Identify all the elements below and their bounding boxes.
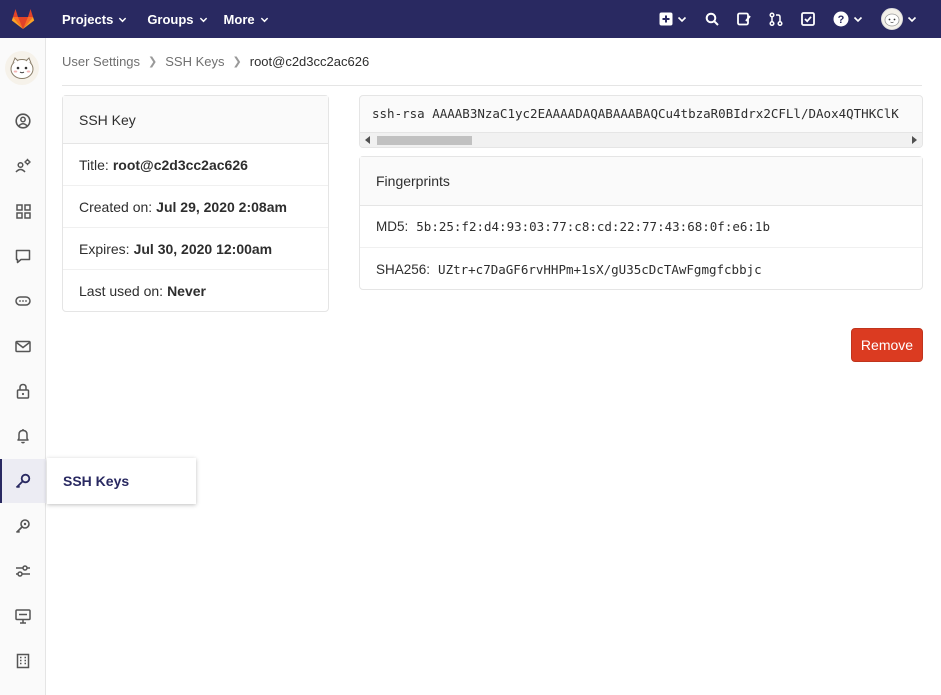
remove-button[interactable]: Remove <box>851 328 923 362</box>
last-used-value: Never <box>167 283 206 299</box>
chevron-down-icon <box>907 16 917 23</box>
divider <box>62 85 922 86</box>
scroll-right-arrow-icon[interactable] <box>912 136 917 144</box>
key-icon <box>15 473 31 489</box>
title-value: root@c2d3cc2ac626 <box>112 156 248 173</box>
nav-groups-label: Groups <box>147 11 194 27</box>
nav-more[interactable]: More <box>224 12 269 27</box>
sidebar-item-emails[interactable] <box>0 324 46 368</box>
nav-groups[interactable]: Groups <box>147 12 207 27</box>
chevron-right-icon: ❯ <box>148 56 158 68</box>
scrollbar-thumb[interactable] <box>377 136 472 145</box>
md5-value: 5b:25:f2:d4:93:03:77:c8:cd:22:77:43:68:0… <box>416 219 770 234</box>
mail-icon <box>15 340 31 352</box>
ssh-key-card: SSH Key Title: root@c2d3cc2ac626 Created… <box>62 95 329 312</box>
fingerprint-sha256-row: SHA256: UZtr+c7DaGF6rvHHPm+1sX/gU35cDcTA… <box>360 248 922 290</box>
help-dropdown-button[interactable]: ? <box>833 11 863 27</box>
nav-projects-label: Projects <box>62 11 114 27</box>
expires-value: Jul 30, 2020 12:00am <box>133 240 273 257</box>
ssh-key-text: ssh-rsa AAAAB3NzaC1yc2EAAAADAQABAAABAQCu… <box>372 106 899 121</box>
sidebar-item-account[interactable] <box>0 144 46 188</box>
issues-button[interactable] <box>737 12 751 26</box>
sidebar-user-avatar[interactable] <box>5 51 39 85</box>
created-label: Created on: <box>79 198 153 215</box>
flyout-label: SSH Keys <box>63 473 130 489</box>
grid-icon <box>15 203 31 219</box>
nav-more-label: More <box>223 11 255 27</box>
chevron-down-icon <box>199 17 207 22</box>
chevron-down-icon <box>677 16 687 23</box>
sidebar-item-audit-log[interactable] <box>0 639 46 683</box>
chevron-down-icon <box>853 16 863 23</box>
bell-icon <box>17 429 29 444</box>
ssh-key-content[interactable]: ssh-rsa AAAAB3NzaC1yc2EAAAADAQABAAABAQCu… <box>359 95 923 148</box>
sidebar-item-active-sessions[interactable] <box>0 594 46 638</box>
title-label: Title: <box>79 156 109 173</box>
sidebar-item-access-tokens[interactable] <box>0 279 46 323</box>
help-icon: ? <box>833 11 849 27</box>
token-icon <box>15 296 31 306</box>
ssh-key-expires-row: Expires: Jul 30, 2020 12:00am <box>63 228 328 270</box>
last-used-label: Last used on: <box>79 283 164 299</box>
log-icon <box>16 653 30 669</box>
user-circle-icon <box>15 113 31 129</box>
preferences-icon <box>16 565 30 577</box>
scroll-left-arrow-icon[interactable] <box>365 136 370 144</box>
todos-button[interactable] <box>801 12 815 26</box>
plus-square-icon <box>659 12 673 26</box>
svg-text:?: ? <box>838 14 845 26</box>
created-value: Jul 29, 2020 2:08am <box>156 198 287 215</box>
sidebar-item-profile[interactable] <box>0 99 46 143</box>
user-menu-button[interactable] <box>881 8 917 30</box>
sidebar-item-gpg-keys[interactable] <box>0 504 46 548</box>
ssh-key-title-row: Title: root@c2d3cc2ac626 <box>63 144 328 186</box>
chat-icon <box>15 249 31 263</box>
todo-icon <box>801 12 815 26</box>
chevron-down-icon <box>260 17 268 22</box>
sidebar-item-chat[interactable] <box>0 234 46 278</box>
expires-label: Expires: <box>79 240 130 257</box>
key-alt-icon <box>15 519 30 534</box>
sidebar-flyout-ssh-keys[interactable]: SSH Keys <box>47 458 196 504</box>
lock-icon <box>16 383 30 399</box>
ssh-key-created-row: Created on: Jul 29, 2020 2:08am <box>63 186 328 228</box>
user-avatar <box>881 8 903 30</box>
sidebar-item-applications[interactable] <box>0 189 46 233</box>
sidebar-item-preferences[interactable] <box>0 549 46 593</box>
search-icon <box>705 12 719 26</box>
ssh-key-card-header: SSH Key <box>63 96 328 144</box>
md5-label: MD5: <box>376 219 409 234</box>
sidebar-item-ssh-keys[interactable] <box>0 459 46 503</box>
top-navbar: Projects Groups More ? <box>0 0 941 38</box>
sidebar-item-password[interactable] <box>0 369 46 413</box>
fingerprint-md5-row: MD5: 5b:25:f2:d4:93:03:77:c8:cd:22:77:43… <box>360 206 922 248</box>
fingerprints-card: Fingerprints MD5: 5b:25:f2:d4:93:03:77:c… <box>359 156 923 290</box>
sha256-value: UZtr+c7DaGF6rvHHPm+1sX/gU35cDcTAwFgmgfcb… <box>438 261 762 277</box>
breadcrumb-ssh-keys[interactable]: SSH Keys <box>165 54 224 69</box>
new-dropdown-button[interactable] <box>659 12 687 26</box>
gitlab-logo-icon[interactable] <box>0 0 46 38</box>
horizontal-scrollbar[interactable] <box>360 132 922 147</box>
monitor-icon <box>15 608 31 624</box>
merge-request-icon <box>769 12 783 26</box>
nav-projects[interactable]: Projects <box>62 12 127 27</box>
sidebar-item-notifications[interactable] <box>0 414 46 458</box>
sha256-label: SHA256: <box>376 261 431 277</box>
breadcrumb: User Settings ❯ SSH Keys ❯ root@c2d3cc2a… <box>62 54 369 69</box>
chevron-right-icon: ❯ <box>232 56 242 68</box>
account-icon <box>15 158 31 173</box>
chevron-down-icon <box>119 17 127 22</box>
search-button[interactable] <box>705 12 719 26</box>
settings-sidebar <box>0 38 46 695</box>
breadcrumb-user-settings[interactable]: User Settings <box>62 54 140 69</box>
issues-icon <box>737 12 751 26</box>
breadcrumb-current[interactable]: root@c2d3cc2ac626 <box>250 54 369 69</box>
merge-requests-button[interactable] <box>769 12 783 26</box>
fingerprints-header: Fingerprints <box>360 157 922 206</box>
ssh-key-last-used-row: Last used on: Never <box>63 270 328 312</box>
